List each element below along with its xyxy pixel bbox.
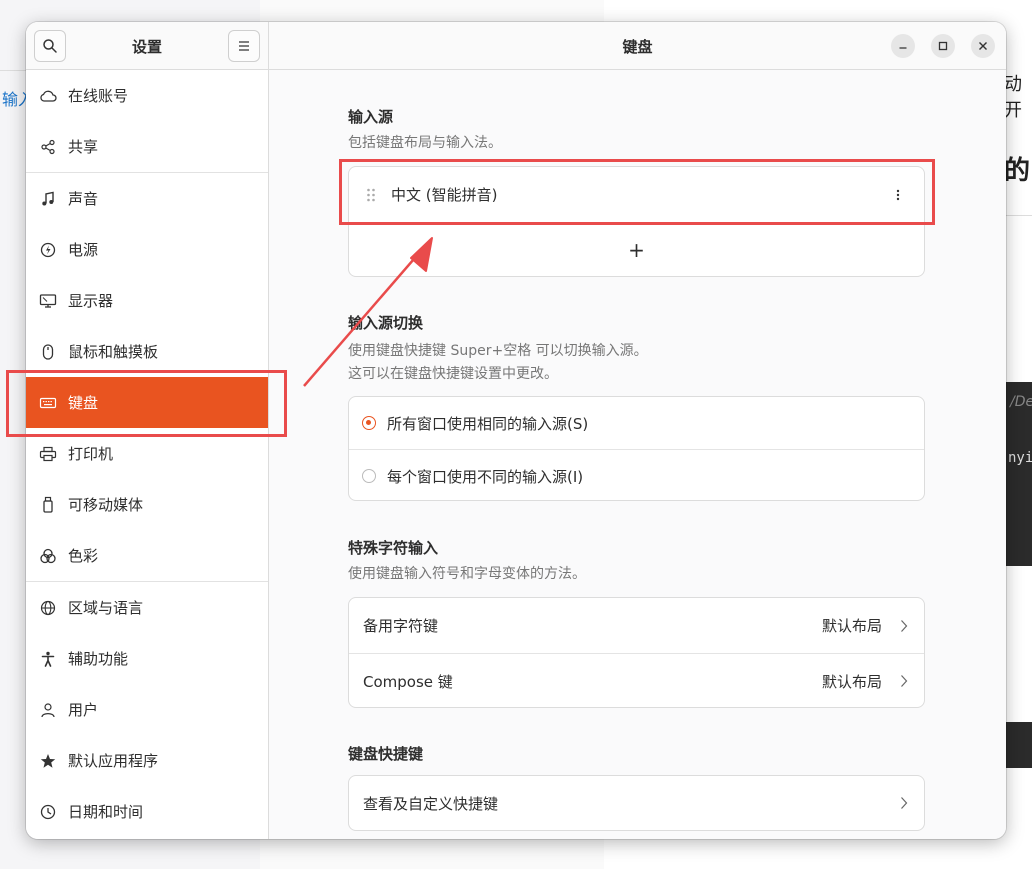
annotation-arrow-icon xyxy=(303,237,433,387)
